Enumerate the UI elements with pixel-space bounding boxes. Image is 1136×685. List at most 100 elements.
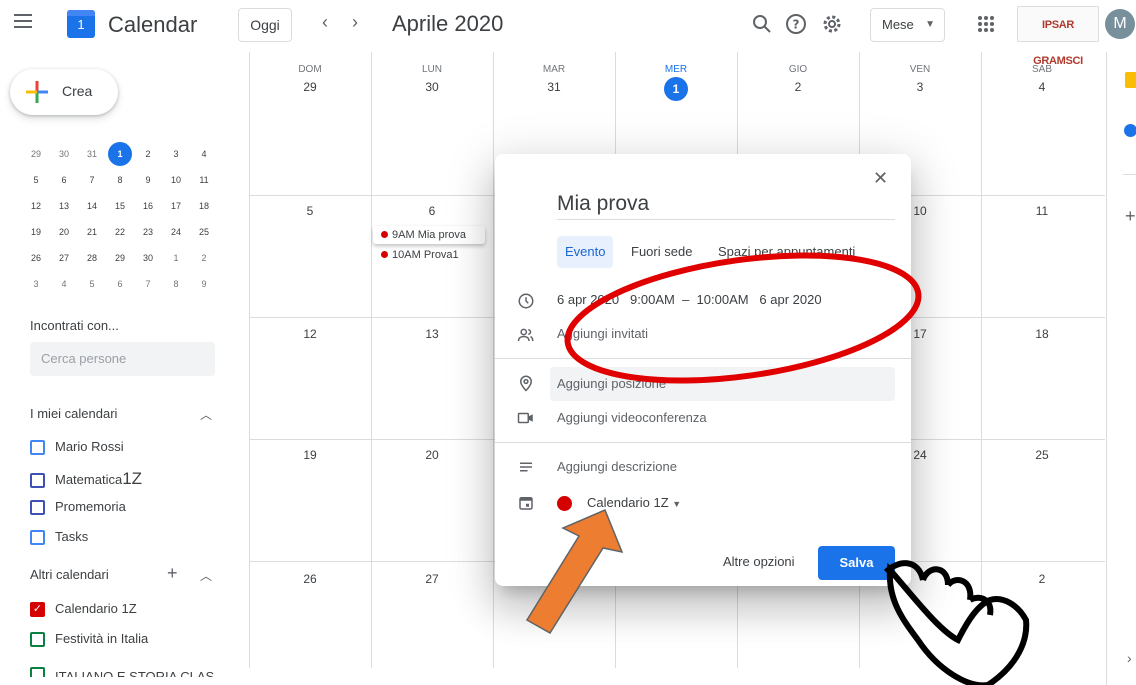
event-chip-selected[interactable]: 9AM Mia prova bbox=[373, 226, 485, 244]
save-button[interactable]: Salva bbox=[818, 546, 895, 580]
day-number[interactable]: 3 bbox=[859, 80, 981, 94]
day-number[interactable]: 19 bbox=[249, 448, 371, 462]
mini-calendar-day[interactable]: 27 bbox=[52, 246, 76, 270]
mini-calendar-day[interactable]: 10 bbox=[164, 168, 188, 192]
event-chip[interactable]: 10AM Prova1 bbox=[373, 246, 459, 264]
create-button[interactable]: Crea bbox=[10, 69, 118, 115]
more-options-button[interactable]: Altre opzioni bbox=[723, 554, 795, 569]
day-number[interactable]: 13 bbox=[371, 327, 493, 341]
next-month-button[interactable]: › bbox=[352, 12, 358, 33]
mini-calendar-day[interactable]: 9 bbox=[192, 272, 216, 296]
tab-evento[interactable]: Evento bbox=[557, 236, 614, 268]
mini-calendar-day[interactable]: 13 bbox=[52, 194, 76, 218]
mini-calendar-day[interactable]: 3 bbox=[164, 142, 188, 166]
checkbox[interactable] bbox=[30, 667, 45, 677]
mini-calendar-day[interactable]: 14 bbox=[80, 194, 104, 218]
mini-calendar-today[interactable]: 1 bbox=[108, 142, 132, 166]
avatar[interactable]: M bbox=[1105, 9, 1135, 39]
mini-calendar-day[interactable]: 12 bbox=[24, 194, 48, 218]
chevron-right-icon[interactable]: › bbox=[1127, 650, 1132, 666]
mini-calendar-day[interactable]: 28 bbox=[80, 246, 104, 270]
mini-calendar-day[interactable]: 11 bbox=[192, 168, 216, 192]
checkbox[interactable] bbox=[30, 632, 45, 648]
day-number[interactable]: 12 bbox=[249, 327, 371, 341]
day-number[interactable]: 11 bbox=[981, 204, 1103, 218]
mini-calendar-day[interactable]: 23 bbox=[136, 220, 160, 244]
prev-month-button[interactable]: ‹ bbox=[322, 12, 328, 33]
end-date-field[interactable]: 6 apr 2020 bbox=[759, 292, 821, 307]
day-number[interactable]: 31 bbox=[493, 80, 615, 94]
start-date-field[interactable]: 6 apr 2020 bbox=[557, 292, 619, 307]
view-selector[interactable]: Mese ▼ bbox=[870, 8, 945, 42]
mini-calendar-day[interactable]: 30 bbox=[136, 246, 160, 270]
calendar-item-promemoria[interactable]: Promemoria bbox=[30, 499, 126, 521]
end-time-field[interactable]: 10:00AM bbox=[697, 292, 749, 307]
mini-calendar-day[interactable]: 20 bbox=[52, 220, 76, 244]
search-icon[interactable] bbox=[750, 12, 774, 36]
main-menu-icon[interactable] bbox=[14, 14, 32, 28]
tab-fuori-sede[interactable]: Fuori sede bbox=[623, 236, 700, 268]
mini-calendar-day[interactable]: 22 bbox=[108, 220, 132, 244]
mini-calendar-day[interactable]: 6 bbox=[52, 168, 76, 192]
day-number[interactable]: 26 bbox=[249, 572, 371, 586]
my-calendars-title[interactable]: I miei calendari bbox=[30, 406, 117, 421]
day-number[interactable]: 30 bbox=[371, 80, 493, 94]
mini-calendar-day[interactable]: 2 bbox=[192, 246, 216, 270]
day-number[interactable]: 20 bbox=[371, 448, 493, 462]
mini-calendar-day[interactable]: 7 bbox=[136, 272, 160, 296]
mini-calendar-day[interactable]: 21 bbox=[80, 220, 104, 244]
calendar-item-festivita[interactable]: Festività in Italia bbox=[30, 631, 148, 653]
today-button[interactable]: Oggi bbox=[238, 8, 292, 42]
calendar-item-calendario-1z[interactable]: ✓ Calendario 1Z bbox=[30, 601, 137, 623]
checkbox[interactable] bbox=[30, 473, 45, 489]
mini-calendar-day[interactable]: 29 bbox=[24, 142, 48, 166]
calendar-item-matematica[interactable]: Matematica1Z bbox=[30, 469, 142, 491]
mini-calendar-day[interactable]: 15 bbox=[108, 194, 132, 218]
day-number[interactable]: 18 bbox=[981, 327, 1103, 341]
day-number[interactable]: 25 bbox=[981, 448, 1103, 462]
add-description-input[interactable]: Aggiungi descrizione bbox=[557, 459, 677, 474]
day-number[interactable]: 6 bbox=[371, 204, 493, 218]
mini-calendar-day[interactable]: 5 bbox=[80, 272, 104, 296]
chevron-up-icon[interactable]: ︿ bbox=[200, 406, 212, 423]
mini-calendar-day[interactable]: 9 bbox=[136, 168, 160, 192]
add-location-input[interactable]: Aggiungi posizione bbox=[557, 376, 666, 391]
tab-spazi-appuntamenti[interactable]: Spazi per appuntamenti bbox=[710, 236, 863, 268]
help-icon[interactable]: ? bbox=[784, 12, 808, 36]
mini-calendar-day[interactable]: 6 bbox=[108, 272, 132, 296]
mini-calendar-day[interactable]: 26 bbox=[24, 246, 48, 270]
checkbox[interactable] bbox=[30, 440, 45, 456]
day-number[interactable]: 2 bbox=[981, 572, 1103, 586]
apps-grid-icon[interactable] bbox=[978, 16, 994, 32]
mini-calendar-day[interactable]: 19 bbox=[24, 220, 48, 244]
keep-icon[interactable] bbox=[1125, 72, 1136, 88]
start-time-field[interactable]: 9:00AM bbox=[630, 292, 675, 307]
day-number[interactable]: 2 bbox=[737, 80, 859, 94]
event-title-input[interactable]: Mia prova bbox=[557, 192, 895, 220]
add-guests-input[interactable]: Aggiungi invitati bbox=[557, 326, 648, 341]
calendar-item-mario-rossi[interactable]: Mario Rossi bbox=[30, 439, 124, 461]
search-people-input[interactable]: Cerca persone bbox=[30, 342, 215, 376]
mini-calendar-day[interactable]: 4 bbox=[52, 272, 76, 296]
mini-calendar-day[interactable]: 5 bbox=[24, 168, 48, 192]
mini-calendar-day[interactable]: 18 bbox=[192, 194, 216, 218]
mini-calendar-day[interactable]: 8 bbox=[108, 168, 132, 192]
checkbox-checked[interactable]: ✓ bbox=[30, 602, 45, 618]
mini-calendar-day[interactable]: 17 bbox=[164, 194, 188, 218]
checkbox[interactable] bbox=[30, 530, 45, 546]
mini-calendar-day[interactable]: 25 bbox=[192, 220, 216, 244]
mini-calendar-day[interactable]: 4 bbox=[192, 142, 216, 166]
chevron-up-icon[interactable]: ︿ bbox=[200, 567, 212, 584]
settings-icon[interactable] bbox=[820, 12, 844, 36]
add-addon-icon[interactable]: + bbox=[1125, 206, 1136, 227]
mini-calendar-day[interactable]: 3 bbox=[24, 272, 48, 296]
day-number[interactable]: 4 bbox=[981, 80, 1103, 94]
mini-calendar-day[interactable]: 1 bbox=[164, 246, 188, 270]
mini-calendar-day[interactable]: 16 bbox=[136, 194, 160, 218]
day-number-today[interactable]: 1 bbox=[615, 77, 737, 101]
calendar-select[interactable]: Calendario 1Z ▼ bbox=[587, 495, 681, 510]
mini-calendar-day[interactable]: 7 bbox=[80, 168, 104, 192]
mini-calendar-day[interactable]: 29 bbox=[108, 246, 132, 270]
mini-calendar-day[interactable]: 2 bbox=[136, 142, 160, 166]
close-icon[interactable]: ✕ bbox=[873, 168, 888, 189]
